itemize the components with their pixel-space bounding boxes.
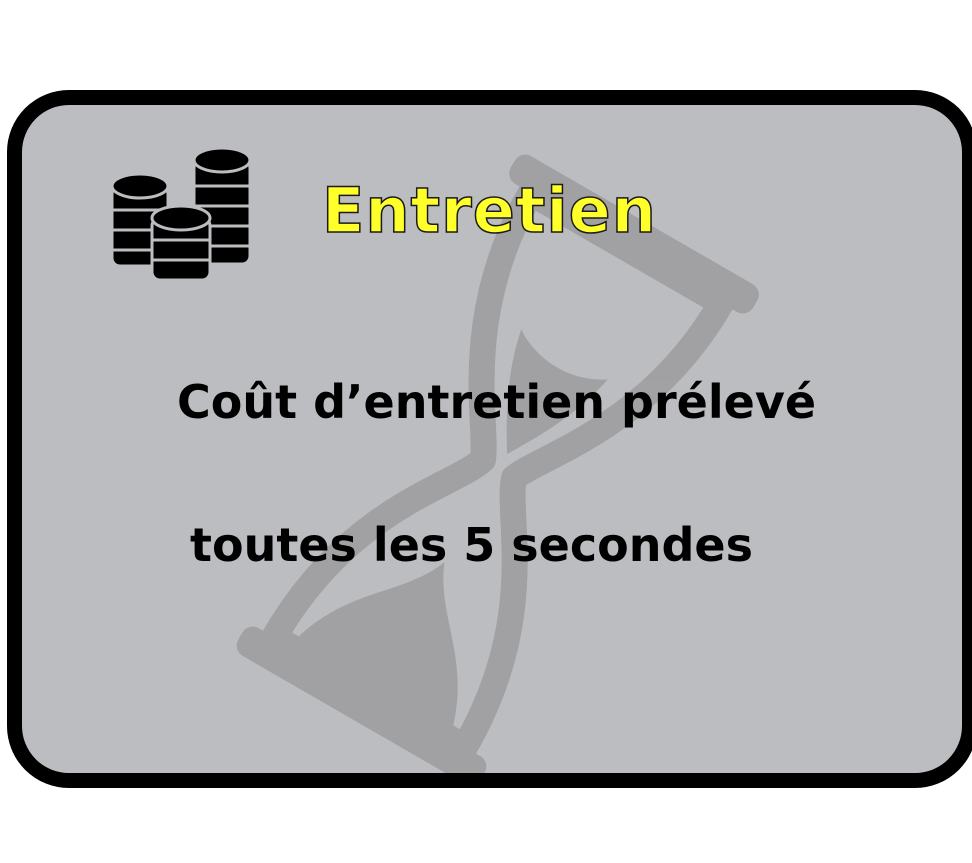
description-line-2: toutes les 5 secondes <box>190 518 754 572</box>
description-line-1: Coût d’entretien prélevé <box>177 375 817 429</box>
maintenance-card: Entretien Coût d’entretien prélevé toute… <box>7 90 972 788</box>
coin-stacks-icon <box>112 146 252 282</box>
card-title: Entretien <box>321 173 657 248</box>
